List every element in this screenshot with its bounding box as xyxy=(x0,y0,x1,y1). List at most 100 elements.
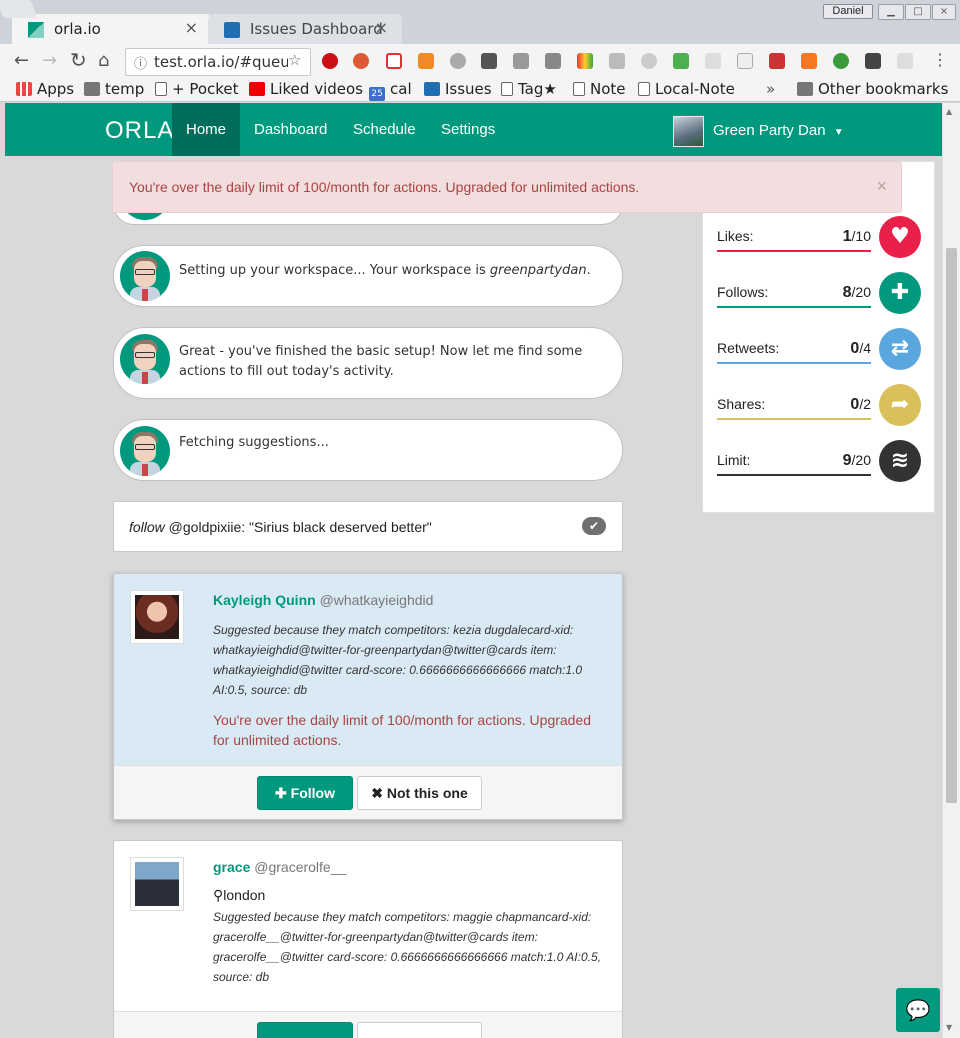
stat-label: Limit: xyxy=(717,452,751,468)
stat-count: 8/20 xyxy=(842,284,871,301)
heart-icon[interactable]: ♥ xyxy=(879,216,921,258)
nav-home[interactable]: Home xyxy=(172,103,241,156)
card-handle: @whatkayieighdid xyxy=(319,592,434,608)
bookmark-local-note[interactable]: Local-Note xyxy=(638,80,735,98)
cast-extension-icon[interactable] xyxy=(865,53,881,69)
reload-icon[interactable]: ↻ xyxy=(70,48,87,72)
card-error: You're over the daily limit of 100/month… xyxy=(213,712,592,748)
not-this-one-button[interactable] xyxy=(357,1022,482,1038)
bookmark-star-icon[interactable]: ☆ xyxy=(288,51,302,69)
follow-button[interactable] xyxy=(257,1022,353,1038)
profile-photo[interactable] xyxy=(130,590,184,644)
share-icon[interactable]: ➦ xyxy=(879,384,921,426)
profile-button[interactable]: Daniel xyxy=(823,4,873,19)
home-icon[interactable]: ⌂ xyxy=(98,50,109,71)
orla-favicon-icon xyxy=(28,22,44,38)
stat-label: Follows: xyxy=(717,284,769,300)
plus-icon[interactable]: ✚ xyxy=(879,272,921,314)
close-tab-icon[interactable]: × xyxy=(185,18,198,37)
rbutr-extension-icon[interactable] xyxy=(769,53,785,69)
stat-underline xyxy=(717,306,871,308)
browser-toolbar: ← → ↻ ⌂ ⓘ test.orla.io/#queu ☆ ⋮ xyxy=(0,44,960,78)
bookmark-cal[interactable]: 25 cal xyxy=(369,80,412,101)
new-tab-button[interactable] xyxy=(0,0,38,18)
hubspot-extension-icon[interactable] xyxy=(801,53,817,69)
check-icon[interactable]: ✔ xyxy=(582,517,606,535)
retweet-icon[interactable]: ⇄ xyxy=(879,328,921,370)
plus-extension-icon[interactable] xyxy=(386,53,402,69)
duckduckgo-extension-icon[interactable] xyxy=(353,53,369,69)
bubble-text: Setting up your workspace... Your worksp… xyxy=(179,263,591,278)
card-reason: Suggested because they match competitors… xyxy=(213,623,583,697)
card-handle: @gracerolfe__ xyxy=(254,859,347,875)
profile-photo[interactable] xyxy=(130,857,184,911)
stat-limit: Limit: 9/20 xyxy=(717,452,871,476)
gear-extension-icon[interactable] xyxy=(641,53,657,69)
map-marker-icon: ⚲ xyxy=(213,887,224,903)
scroll-thumb[interactable] xyxy=(946,248,957,803)
card-reason: Suggested because they match competitors… xyxy=(213,910,601,984)
url-text: test.orla.io/#queu xyxy=(154,53,290,71)
info-icon[interactable]: ⓘ xyxy=(134,53,147,72)
code-extension-icon[interactable] xyxy=(897,53,913,69)
orla-avatar xyxy=(120,251,170,301)
more-bookmarks-chevron[interactable]: » xyxy=(766,80,775,98)
m-extension-icon[interactable] xyxy=(450,53,466,69)
page-scrollbar[interactable]: ▲ ▼ xyxy=(942,103,960,1038)
chat-widget-button[interactable]: 💬 xyxy=(896,988,940,1032)
google-extension-icon[interactable] xyxy=(545,53,561,69)
minimize-button[interactable]: ▁ xyxy=(878,4,904,20)
globe-extension-icon[interactable] xyxy=(833,53,849,69)
menu-icon[interactable]: ⋮ xyxy=(932,50,948,69)
close-window-button[interactable]: × xyxy=(932,4,956,20)
rainbow-extension-icon[interactable] xyxy=(577,53,593,69)
bookmark-apps[interactable]: Apps xyxy=(16,80,74,98)
bubble-text: Great - you've finished the basic setup!… xyxy=(179,344,583,379)
layers-icon[interactable]: ≋ xyxy=(879,440,921,482)
close-tab-icon[interactable]: × xyxy=(375,18,388,37)
dark-extension-icon[interactable] xyxy=(481,53,497,69)
grey-extension-icon[interactable] xyxy=(513,53,529,69)
nav-settings[interactable]: Settings xyxy=(427,103,509,156)
page-icon xyxy=(501,82,513,96)
forward-icon[interactable]: → xyxy=(42,50,57,71)
close-alert-icon[interactable]: × xyxy=(876,176,887,197)
chat-bubble: Fetching suggestions... xyxy=(113,419,623,481)
tab-title: orla.io xyxy=(54,20,101,38)
bookmark-tag[interactable]: Tag★ xyxy=(501,80,557,98)
stat-count: 9/20 xyxy=(842,452,871,469)
card-name[interactable]: grace xyxy=(213,859,250,875)
nav-schedule[interactable]: Schedule xyxy=(339,103,430,156)
card-location: ⚲london xyxy=(213,887,266,903)
tab-issues-dashboard[interactable]: Issues Dashboard × xyxy=(208,14,402,44)
user-menu[interactable]: Green Party Dan ▼ xyxy=(673,116,844,147)
download-extension-icon[interactable] xyxy=(673,53,689,69)
bookmark-pocket[interactable]: + Pocket xyxy=(155,80,239,98)
folder-icon xyxy=(797,82,813,96)
card-footer xyxy=(114,1011,622,1038)
bookmark-liked-videos[interactable]: Liked videos xyxy=(249,80,363,98)
opera-extension-icon[interactable] xyxy=(322,53,338,69)
orla-avatar xyxy=(120,334,170,384)
bookmark-temp[interactable]: temp xyxy=(84,80,144,98)
leaf-extension-icon[interactable] xyxy=(609,53,625,69)
address-bar[interactable]: ⓘ test.orla.io/#queu xyxy=(125,48,311,76)
bookmark-other[interactable]: Other bookmarks xyxy=(797,80,948,98)
card-name[interactable]: Kayleigh Quinn xyxy=(213,592,316,608)
orla-logo[interactable]: ORLA xyxy=(105,117,174,145)
not-this-one-button[interactable]: ✖ Not this one xyxy=(357,776,482,810)
bookmark-issues[interactable]: Issues xyxy=(424,80,492,98)
follow-button[interactable]: ✚ Follow xyxy=(257,776,353,810)
cursor-extension-icon[interactable] xyxy=(737,53,753,69)
stat-underline xyxy=(717,250,871,252)
back-icon[interactable]: ← xyxy=(14,50,29,71)
youtube-icon xyxy=(249,82,265,96)
tab-orla[interactable]: orla.io × xyxy=(12,14,212,44)
analytics-extension-icon[interactable] xyxy=(418,53,434,69)
calendar-icon: 25 xyxy=(369,87,385,101)
nav-dashboard[interactable]: Dashboard xyxy=(240,103,341,156)
browser-tab-strip: orla.io × Issues Dashboard × Daniel ▁ □ … xyxy=(0,0,960,44)
maximize-button[interactable]: □ xyxy=(905,4,931,20)
bookmark-note[interactable]: Note xyxy=(573,80,626,98)
grid-extension-icon[interactable] xyxy=(705,53,721,69)
